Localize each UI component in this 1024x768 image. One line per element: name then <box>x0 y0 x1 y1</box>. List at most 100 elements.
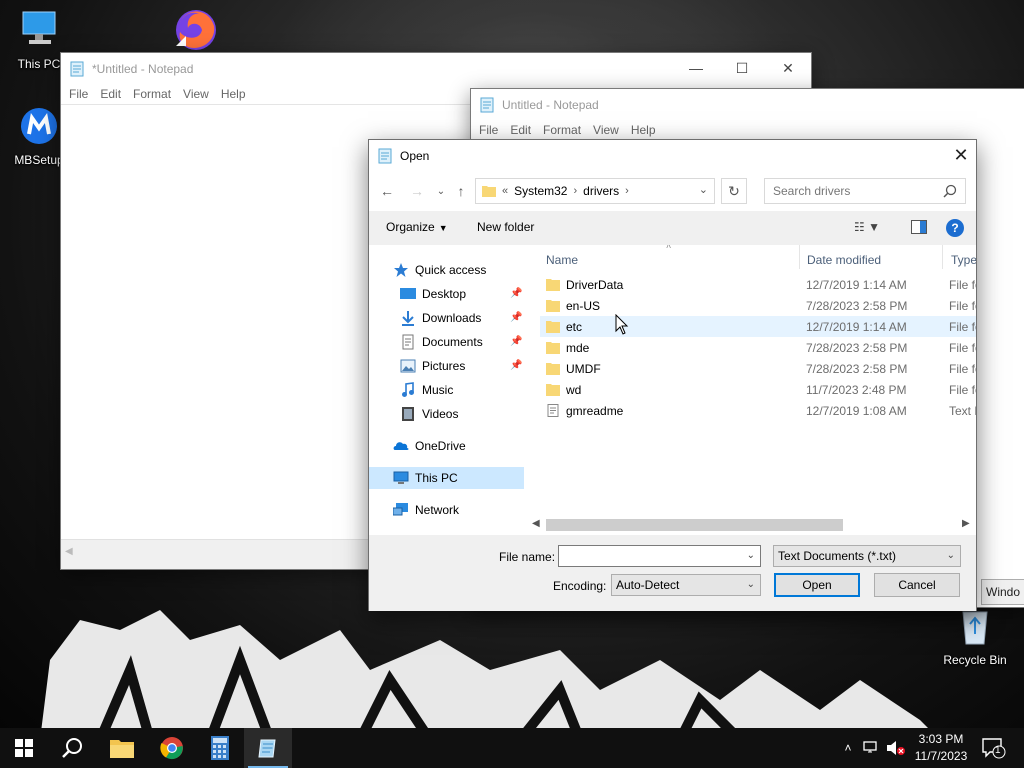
show-hidden-icons-chevron-icon[interactable]: ˄ <box>838 741 858 755</box>
menu-view[interactable]: View <box>587 123 625 137</box>
file-list[interactable]: ˄ Name Date modified Type DriverData 12/… <box>526 245 976 515</box>
horizontal-scrollbar[interactable]: ◀ ▶ <box>526 515 976 535</box>
taskbar-calculator[interactable] <box>196 728 244 768</box>
desktop-icon-label: Recycle Bin <box>943 653 1007 667</box>
taskbar-notepad[interactable] <box>244 728 292 768</box>
maximize-button[interactable]: ☐ <box>719 53 765 83</box>
network-status-icon[interactable] <box>862 740 880 756</box>
system-clock[interactable]: 3:03 PM 11/7/2023 <box>912 731 970 765</box>
scroll-left-icon[interactable]: ◀ <box>65 546 73 557</box>
back-arrow-icon[interactable]: ← <box>377 181 397 201</box>
change-view-icon[interactable]: ☷ ▼ <box>854 220 890 236</box>
nav-quick-access[interactable]: Quick access <box>393 259 486 281</box>
search-box[interactable]: Search drivers <box>764 178 966 204</box>
nav-documents[interactable]: Documents 📌 <box>400 331 526 353</box>
column-header-type[interactable]: Type <box>951 249 976 271</box>
folder-icon <box>546 321 560 333</box>
nav-pictures[interactable]: Pictures 📌 <box>400 355 526 377</box>
column-header-name[interactable]: Name <box>546 249 578 271</box>
nav-this-pc[interactable]: This PC <box>369 467 524 489</box>
close-button[interactable]: ✕ <box>946 140 976 170</box>
encoding-label: Encoding: <box>553 579 607 593</box>
breadcrumb-chevron-icon[interactable]: › <box>625 185 629 197</box>
column-header-date[interactable]: Date modified <box>807 249 881 271</box>
scroll-left-icon[interactable]: ◀ <box>532 518 540 529</box>
volume-muted-icon[interactable] <box>886 740 906 756</box>
file-row[interactable]: gmreadme 12/7/2019 1:08 AM Text D <box>540 400 976 421</box>
breadcrumb-chevron-icon[interactable]: › <box>573 185 577 197</box>
menu-edit[interactable]: Edit <box>504 123 537 137</box>
scroll-right-icon[interactable]: ▶ <box>962 518 970 529</box>
navigation-bar: ← → ⌄ ↑ « System32 › drivers › ⌄ ↻ Searc… <box>369 171 976 211</box>
file-row[interactable]: etc 12/7/2019 1:14 AM File fo <box>540 316 976 337</box>
taskbar-file-explorer[interactable] <box>98 728 146 768</box>
preview-pane-icon[interactable] <box>911 220 927 234</box>
chevron-down-icon[interactable]: ⌄ <box>747 579 755 590</box>
file-row[interactable]: mde 7/28/2023 2:58 PM File fo <box>540 337 976 358</box>
nav-music[interactable]: Music <box>400 379 453 401</box>
menu-format[interactable]: Format <box>127 87 177 101</box>
recent-locations-chevron-icon[interactable]: ⌄ <box>431 181 451 201</box>
minimize-button[interactable]: — <box>673 53 719 83</box>
dialog-titlebar[interactable]: Open ✕ <box>369 140 976 171</box>
nav-network[interactable]: Network <box>393 499 459 521</box>
action-center-button[interactable]: 1 <box>980 736 1006 760</box>
file-row[interactable]: UMDF 7/28/2023 2:58 PM File fo <box>540 358 976 379</box>
window-titlebar[interactable]: Untitled - Notepad <box>471 89 1024 120</box>
file-type-select[interactable]: Text Documents (*.txt) ⌄ <box>773 545 961 567</box>
pin-icon[interactable]: 📌 <box>510 336 522 348</box>
address-dropdown-icon[interactable]: ⌄ <box>699 183 708 196</box>
videos-icon <box>402 407 414 421</box>
new-folder-button[interactable]: New folder <box>477 220 534 234</box>
close-button[interactable]: ✕ <box>765 53 811 83</box>
breadcrumb-system32[interactable]: System32 <box>514 184 567 198</box>
notepad-icon <box>70 61 84 76</box>
window-titlebar[interactable]: *Untitled - Notepad — ☐ ✕ <box>61 53 811 84</box>
nav-onedrive[interactable]: OneDrive <box>393 435 466 457</box>
file-row[interactable]: DriverData 12/7/2019 1:14 AM File fo <box>540 274 976 295</box>
file-date: 7/28/2023 2:58 PM <box>806 361 908 376</box>
help-icon[interactable]: ? <box>946 219 964 237</box>
firefox-icon[interactable] <box>170 4 220 52</box>
breadcrumb-drivers[interactable]: drivers <box>583 184 619 198</box>
desktop-icon-recycle-bin[interactable]: Recycle Bin <box>940 604 1010 667</box>
encoding-select[interactable]: Auto-Detect ⌄ <box>611 574 761 596</box>
open-file-dialog[interactable]: Open ✕ ← → ⌄ ↑ « System32 › drivers › ⌄ … <box>368 139 977 611</box>
menu-file[interactable]: File <box>63 87 94 101</box>
file-name-input[interactable]: ⌄ <box>558 545 761 567</box>
up-arrow-icon[interactable]: ↑ <box>451 181 471 201</box>
taskbar: ˄ 3:03 PM 11/7/2023 1 <box>0 728 1024 768</box>
file-row[interactable]: en-US 7/28/2023 2:58 PM File fo <box>540 295 976 316</box>
organize-label: Organize <box>386 220 435 234</box>
file-name: wd <box>566 382 582 397</box>
menu-view[interactable]: View <box>177 87 215 101</box>
chevron-down-icon[interactable]: ⌄ <box>947 550 955 561</box>
address-overflow[interactable]: « <box>502 185 508 197</box>
nav-desktop[interactable]: Desktop 📌 <box>400 283 526 305</box>
refresh-icon[interactable]: ↻ <box>721 178 747 204</box>
menu-edit[interactable]: Edit <box>94 87 127 101</box>
pin-icon[interactable]: 📌 <box>510 360 522 372</box>
taskbar-search-button[interactable] <box>48 728 96 768</box>
address-bar[interactable]: « System32 › drivers › ⌄ <box>475 178 715 204</box>
menu-format[interactable]: Format <box>537 123 587 137</box>
nav-downloads[interactable]: Downloads 📌 <box>400 307 526 329</box>
pin-icon[interactable]: 📌 <box>510 312 522 324</box>
file-name: etc <box>566 319 583 334</box>
chevron-down-icon[interactable]: ⌄ <box>747 550 755 561</box>
cancel-button[interactable]: Cancel <box>874 573 960 597</box>
pin-icon[interactable]: 📌 <box>510 288 522 300</box>
nav-label: Downloads <box>422 311 482 325</box>
file-row[interactable]: wd 11/7/2023 2:48 PM File fo <box>540 379 976 400</box>
file-name: DriverData <box>566 277 624 292</box>
organize-button[interactable]: Organize ▼ <box>386 220 448 234</box>
start-button[interactable] <box>0 728 48 768</box>
scrollbar-thumb[interactable] <box>546 519 843 531</box>
menu-help[interactable]: Help <box>215 87 252 101</box>
forward-arrow-icon[interactable]: → <box>407 181 427 201</box>
menu-help[interactable]: Help <box>625 123 662 137</box>
nav-videos[interactable]: Videos <box>400 403 458 425</box>
open-button[interactable]: Open <box>774 573 860 597</box>
taskbar-chrome[interactable] <box>148 728 196 768</box>
menu-file[interactable]: File <box>473 123 504 137</box>
